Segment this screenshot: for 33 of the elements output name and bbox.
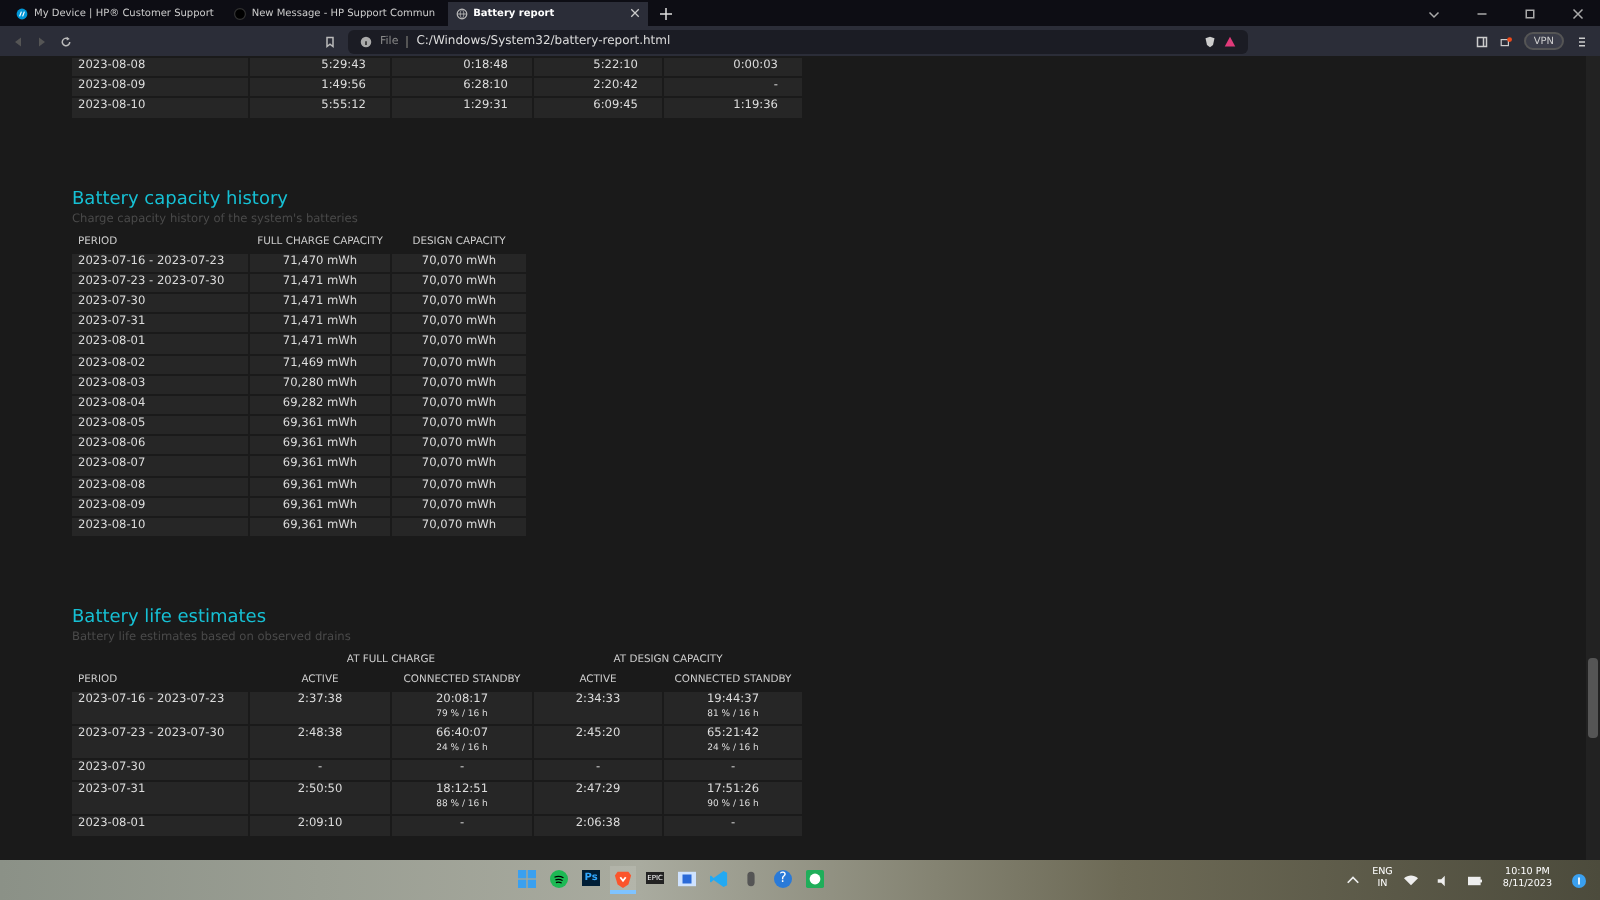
- window-icon: [678, 869, 697, 887]
- battery-icon[interactable]: [1468, 873, 1483, 887]
- section-title: Battery life estimates: [72, 608, 269, 631]
- reload-icon[interactable]: [60, 35, 72, 47]
- wifi-icon[interactable]: [1404, 873, 1419, 887]
- scrollbar[interactable]: [1586, 56, 1600, 860]
- chat-icon: [806, 869, 825, 887]
- speaker-icon[interactable]: [1436, 873, 1451, 887]
- shield-icon[interactable]: [1204, 35, 1216, 47]
- new-tab-icon[interactable]: [659, 7, 672, 19]
- close-icon[interactable]: [629, 8, 640, 18]
- sidebar-icon[interactable]: [1475, 35, 1488, 47]
- scrollbar-thumb[interactable]: [1588, 658, 1598, 738]
- wallet-icon[interactable]: [1499, 35, 1512, 47]
- globe-icon: [455, 7, 468, 19]
- bookmark-icon[interactable]: [324, 35, 336, 47]
- restore-icon[interactable]: [1524, 7, 1536, 19]
- spotify-icon: [550, 869, 569, 887]
- triangle-icon[interactable]: [1224, 35, 1236, 47]
- lion-icon: [614, 869, 633, 887]
- code-icon: [710, 869, 729, 887]
- notification-icon[interactable]: [1572, 873, 1587, 887]
- menu-icon[interactable]: [1576, 35, 1588, 47]
- chevron-icon[interactable]: [1346, 873, 1361, 887]
- windows-icon: [518, 869, 537, 887]
- logo-icon: [16, 7, 28, 19]
- info-icon: [360, 35, 372, 47]
- close-icon[interactable]: [1572, 7, 1584, 19]
- mouse-icon: [742, 869, 761, 887]
- minimize-icon[interactable]: [1476, 7, 1488, 19]
- section-title: Battery capacity history: [72, 189, 290, 212]
- chevron-icon[interactable]: [1428, 7, 1440, 19]
- logo-icon: [233, 7, 246, 19]
